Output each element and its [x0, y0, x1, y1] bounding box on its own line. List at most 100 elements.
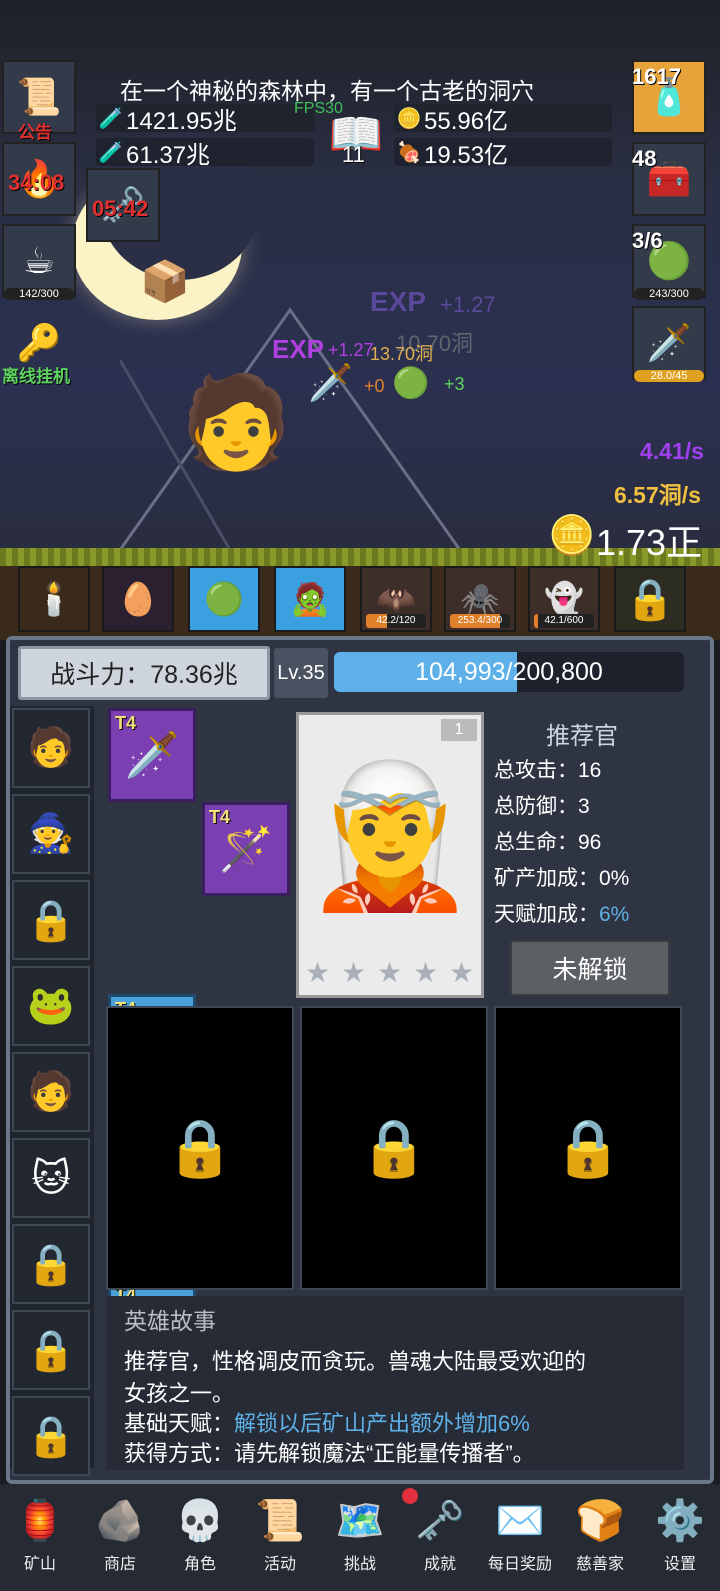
equip-weapon[interactable]: T4 🗡️ — [108, 708, 196, 802]
hero-avatar-3[interactable]: 🔒 — [12, 880, 90, 960]
gear-icon: ⚙️ — [655, 1499, 705, 1543]
lantern-icon: 🏮 — [15, 1499, 65, 1543]
bread-icon: 🍞 — [575, 1499, 625, 1543]
nav-daily-reward[interactable]: ✉️ 每日奖励 — [480, 1488, 560, 1591]
skill-slot-3[interactable]: 🔒 — [494, 1006, 682, 1290]
bat-icon: 🦇 — [376, 581, 416, 617]
key-icon: 🔑 — [16, 322, 62, 363]
hero-avatar-2[interactable]: 🧙 — [12, 794, 90, 874]
exp-badge: EXP — [272, 334, 325, 364]
gold-rate: 6.57洞/s — [614, 482, 701, 508]
nav-philanthropist[interactable]: 🍞 慈善家 — [560, 1488, 640, 1591]
spider-icon: 🕷️ — [460, 581, 500, 617]
hero-avatar-4[interactable]: 🐸 — [12, 966, 90, 1046]
sword-button[interactable]: 🗡️ — [632, 306, 706, 380]
blue-potion-icon: 🧪 — [98, 107, 124, 130]
story-line-1: 推荐官，性格调皮而贪玩。兽魂大陆最受欢迎的 — [124, 1349, 587, 1374]
stat-mine-bonus: 矿产加成：0% — [494, 867, 630, 890]
lock-icon: 🔒 — [26, 1328, 76, 1373]
coffee-button[interactable]: ☕ — [2, 224, 76, 298]
nav-events[interactable]: 📜 活动 — [240, 1488, 320, 1591]
nav-mine[interactable]: 🏮 矿山 — [0, 1488, 80, 1591]
hero-story: 英雄故事 推荐官，性格调皮而贪玩。兽魂大陆最受欢迎的 女孩之一。 基础天赋：解锁… — [106, 1296, 684, 1470]
hero-avatar-5[interactable]: 🧑 — [12, 1052, 90, 1132]
hero-name: 推荐官 — [546, 723, 618, 750]
envelope-icon: ✉️ — [495, 1499, 545, 1543]
star-icon: ★ — [341, 957, 367, 988]
staff-icon: 🪄 — [218, 825, 274, 874]
stone-icon: 🪨 — [95, 1499, 145, 1543]
slot-bat-progress: 42.2/120 — [366, 614, 426, 628]
slot-spider-progress: 253.4/300 — [450, 614, 510, 628]
map-icon: 🗺️ — [335, 1499, 385, 1543]
notification-dot — [402, 1488, 418, 1504]
star-icon: ★ — [413, 957, 439, 988]
witch-face-icon: 🧙 — [27, 813, 75, 855]
lock-icon: 🔒 — [26, 898, 76, 943]
cat-hood-face-icon: 🐱 — [31, 1157, 71, 1200]
sword-progress: 28.0/45 — [634, 370, 704, 382]
hero-avatar-1[interactable]: 🧑 — [12, 708, 90, 788]
lock-icon: 🔒 — [625, 577, 675, 622]
exp-badge-faded: EXP — [370, 286, 427, 317]
equip-staff[interactable]: T4 🪄 — [202, 802, 290, 896]
sword-icon: 🗡️ — [646, 322, 692, 363]
nav-challenge[interactable]: 🗺️ 挑战 — [320, 1488, 400, 1591]
hero-portrait: 1 🧝 ★ ★ ★ ★ ★ — [296, 712, 484, 998]
slime-monster-icon: 🟢 — [204, 581, 244, 617]
slot-egg[interactable]: 🥚 — [102, 566, 174, 632]
slot-bat[interactable]: 🦇 42.2/120 — [360, 566, 432, 632]
exp-rate: 4.41/s — [640, 438, 704, 464]
hero-avatar-8[interactable]: 🔒 — [12, 1310, 90, 1390]
green-potion-icon: 🧪 — [98, 141, 124, 164]
star-icon: ★ — [377, 957, 403, 988]
sword-drop-icon: 🗡️ — [308, 362, 353, 403]
slot-ghost[interactable]: 👻 42.1/600 — [528, 566, 600, 632]
lock-icon: 🔒 — [553, 1116, 623, 1179]
pirate-face-icon: 🧑 — [27, 1071, 75, 1113]
slot-slime[interactable]: 🟢 — [188, 566, 260, 632]
slot-spider[interactable]: 🕷️ 253.4/300 — [444, 566, 516, 632]
coffee-icon: ☕ — [22, 240, 56, 281]
lock-icon: 🔒 — [26, 1242, 76, 1287]
portrait-number: 1 — [441, 719, 477, 741]
nav-shop[interactable]: 🪨 商店 — [80, 1488, 160, 1591]
stat-talent-bonus: 天赋加成：6% — [494, 903, 630, 926]
slot-zombie[interactable]: 🧟 — [274, 566, 346, 632]
treasure-chest-icon[interactable]: 📦 — [140, 258, 190, 305]
pirate-hero-sprite: 🧑 — [180, 373, 293, 473]
resource-meat: 🍖 19.53亿 — [394, 138, 612, 169]
resource-potion-blue: 🧪 1421.95兆 — [96, 104, 314, 135]
hero-avatar-6[interactable]: 🐱 — [12, 1138, 90, 1218]
slot-ghost-progress: 42.1/600 — [534, 614, 594, 628]
nav-character[interactable]: 💀 角色 — [160, 1488, 240, 1591]
skill-slot-1[interactable]: 🔒 — [106, 1006, 294, 1290]
slime-drop-icon: 🟢 — [392, 367, 430, 400]
gold-coin-icon: 🪙 — [548, 515, 596, 557]
skull-icon: 💀 — [175, 1499, 225, 1543]
slot-locked[interactable]: 🔒 — [614, 566, 686, 632]
sword-icon: 🗡️ — [124, 731, 180, 780]
book-count: 11 — [342, 142, 365, 167]
story-talent: 基础天赋：解锁以后矿山产出额外增加6% — [124, 1411, 530, 1436]
hero-avatar-7[interactable]: 🔒 — [12, 1224, 90, 1304]
slot-candle[interactable]: 🕯️ — [18, 566, 90, 632]
resource-potion-green: 🧪 61.37兆 — [96, 138, 314, 169]
meat-icon: 🍖 — [396, 141, 422, 164]
nav-settings[interactable]: ⚙️ 设置 — [640, 1488, 720, 1591]
skill-slot-2[interactable]: 🔒 — [300, 1006, 488, 1290]
egg-icon: 🥚 — [118, 581, 158, 617]
resource-coin: 🪙 55.96亿 — [394, 104, 612, 135]
unlock-button[interactable]: 未解锁 — [510, 940, 670, 996]
hero-face-icon: 🧑 — [27, 727, 75, 769]
candle-icon: 🕯️ — [34, 581, 74, 617]
star-icon: ★ — [449, 957, 475, 988]
stat-attack: 总攻击：16 — [494, 759, 602, 782]
coin-icon: 🪙 — [396, 107, 422, 130]
story-title: 英雄故事 — [124, 1308, 216, 1334]
combat-power: 战斗力：78.36兆 — [18, 646, 270, 700]
nav-achievements[interactable]: 🗝️ 成就 — [400, 1488, 480, 1591]
hero-level: Lv.35 — [274, 648, 328, 698]
hero-avatar-9[interactable]: 🔒 — [12, 1396, 90, 1476]
gold-total: 1.73正 — [596, 522, 703, 563]
